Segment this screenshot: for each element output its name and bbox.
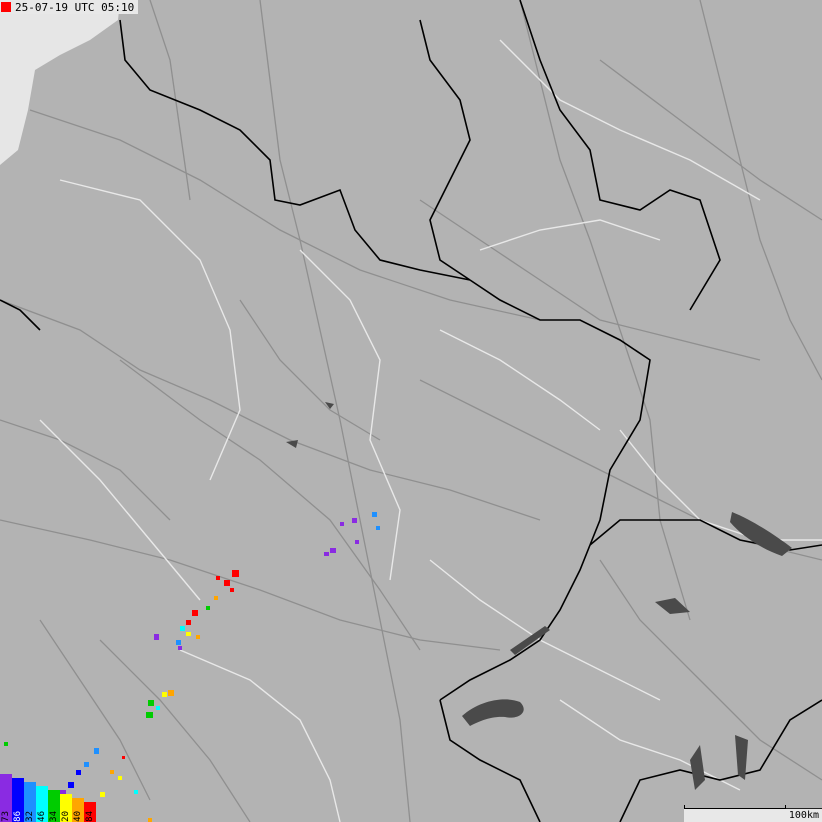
region-borders [39,39,822,822]
strike [186,620,191,625]
legend-cell: 20 [60,794,72,822]
strike [176,640,181,645]
strike [330,548,336,553]
strike [162,692,167,697]
lake-maggiore [690,745,705,790]
legend-cell: 84 [84,802,96,822]
strike [110,770,114,774]
strike [178,646,182,650]
strike [192,610,198,616]
strike [206,606,210,610]
sea-area [0,0,120,165]
strike [148,700,154,706]
strike [100,792,105,797]
legend-cell: 32 [24,782,36,822]
strike [352,518,357,523]
strike [84,762,89,767]
legend-cell: 34 [48,790,60,822]
lightning-map[interactable]: 25-07-19 UTC 05:10 73 86 32 46 34 20 40 … [0,0,822,822]
strike [355,540,359,544]
lake-geneva [462,699,524,726]
strike [156,706,160,710]
legend-label: 73 [1,811,11,822]
legend-label: 32 [25,811,35,822]
strike [4,742,8,746]
scale-bar: 100km [684,805,822,822]
lake-constance [730,512,792,556]
strike [214,596,218,600]
legend-label: 34 [49,811,59,822]
lakes [286,402,792,790]
strike [372,512,377,517]
legend-cell: 40 [72,798,84,822]
strike [324,552,329,556]
map-canvas [0,0,822,822]
strike [376,526,380,530]
legend-label: 84 [85,811,95,822]
strike [134,790,138,794]
legend-cell: 73 [0,774,12,822]
strike [122,756,125,759]
strike [118,776,122,780]
strike [168,690,174,696]
strike [186,632,191,636]
strike [196,635,200,639]
timestamp-text: 25-07-19 UTC 05:10 [15,0,135,14]
strike [94,748,99,754]
road-network [0,0,822,822]
strike [232,570,239,577]
strike [224,580,230,586]
timestamp-bar: 25-07-19 UTC 05:10 [0,0,139,14]
timestamp-marker-icon [1,2,11,12]
legend-label: 40 [73,811,83,822]
age-legend: 73 86 32 46 34 20 40 84 [0,774,96,822]
strike [154,634,159,640]
legend-label: 20 [61,811,71,822]
lake-neuchatel [510,626,550,655]
strike [180,626,185,631]
strike [216,576,220,580]
legend-label: 46 [37,811,47,822]
strike [146,712,153,718]
lake-small-1 [286,440,298,448]
strike [230,588,234,592]
scale-label: 100km [788,810,819,821]
country-borders [0,0,822,822]
strike [340,522,344,526]
strike [148,818,152,822]
scale-bar-line [684,805,786,809]
legend-label: 86 [13,811,23,822]
legend-cell: 46 [36,786,48,822]
legend-cell: 86 [12,778,24,822]
